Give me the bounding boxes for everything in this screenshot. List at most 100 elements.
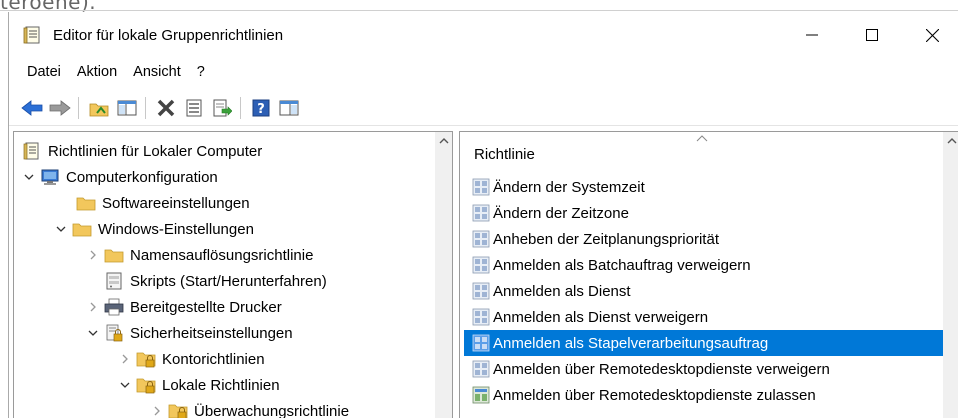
sort-ascending-icon	[696, 135, 708, 142]
back-button[interactable]	[19, 95, 45, 121]
folder-icon	[72, 220, 92, 238]
folder-icon	[76, 194, 96, 212]
scroll-up-button[interactable]	[435, 132, 452, 149]
policy-setting-icon	[472, 204, 490, 222]
chevron-right-icon[interactable]	[86, 248, 100, 262]
properties-button[interactable]	[181, 95, 207, 121]
list-item-label: Anmelden über Remotedesktopdienste verwe…	[493, 360, 830, 378]
toolbar-separator	[240, 96, 241, 119]
forward-icon	[49, 99, 71, 116]
list-item-label: Ändern der Systemzeit	[493, 178, 645, 196]
list-item[interactable]: Anmelden als Dienst verweigern	[464, 304, 946, 330]
chevron-down-icon[interactable]	[86, 326, 100, 340]
tree-item-root[interactable]: Richtlinien für Lokaler Computer	[22, 138, 262, 164]
menu-ansicht[interactable]: Ansicht	[125, 59, 189, 85]
minimize-button[interactable]	[782, 12, 842, 58]
delete-button[interactable]	[153, 95, 179, 121]
chevron-right-icon[interactable]	[150, 404, 164, 418]
gpedit-app-icon	[23, 26, 40, 44]
tree-item-softwareeinstellungen[interactable]: Softwareeinstellungen	[76, 190, 250, 216]
tree-pane[interactable]: Richtlinien für Lokaler Computer Compute…	[13, 131, 453, 418]
gpedit-window: Editor für lokale Gruppenrichtlinien Dat…	[8, 12, 958, 418]
chevron-down-icon[interactable]	[118, 378, 132, 392]
up-folder-button[interactable]	[86, 95, 112, 121]
list-scrollbar[interactable]	[943, 132, 958, 418]
policy-setting-icon	[472, 308, 490, 326]
chevron-down-icon[interactable]	[22, 170, 36, 184]
list-item[interactable]: Anmelden über Remotedesktopdienste zulas…	[464, 382, 946, 408]
maximize-button[interactable]	[842, 12, 902, 58]
policy-setting-icon	[472, 178, 490, 196]
tree-item-bereitgestellte-drucker[interactable]: Bereitgestellte Drucker	[86, 294, 282, 320]
maximize-icon	[866, 29, 878, 41]
close-icon	[925, 28, 939, 42]
menu-datei[interactable]: Datei	[19, 59, 69, 85]
tree-item-label: Sicherheitseinstellungen	[130, 324, 293, 342]
list-item[interactable]: Anmelden über Remotedesktopdienste verwe…	[464, 356, 946, 382]
close-button[interactable]	[902, 12, 958, 58]
menu-help[interactable]: ?	[189, 59, 213, 85]
scroll-up-button[interactable]	[943, 132, 958, 149]
script-icon	[104, 272, 124, 290]
list-item-label: Anheben der Zeitplanungspriorität	[493, 230, 719, 248]
background-divider	[0, 10, 958, 11]
computer-icon	[40, 168, 60, 186]
title-bar[interactable]: Editor für lokale Gruppenrichtlinien	[9, 12, 958, 58]
back-icon	[21, 99, 43, 116]
tree-item-label: Softwareeinstellungen	[102, 194, 250, 212]
export-list-button[interactable]	[209, 95, 235, 121]
list-item[interactable]: Anmelden als Dienst	[464, 278, 946, 304]
tree-item-kontorichtlinien[interactable]: Kontorichtlinien	[118, 346, 265, 372]
toolbar-separator	[145, 96, 146, 119]
column-header-richtlinie[interactable]: Richtlinie	[460, 132, 940, 168]
menu-bar: Datei Aktion Ansicht ?	[9, 58, 958, 86]
list-item-selected[interactable]: Anmelden als Stapelverarbeitungsauftrag	[464, 330, 946, 356]
forward-button[interactable]	[47, 95, 73, 121]
secure-folder-icon	[136, 350, 156, 368]
tree-item-sicherheitseinstellungen[interactable]: Sicherheitseinstellungen	[86, 320, 293, 346]
policy-setting-alt-icon	[472, 386, 490, 404]
security-settings-icon	[104, 324, 124, 342]
list-item-label: Anmelden über Remotedesktopdienste zulas…	[493, 386, 816, 404]
delete-icon	[157, 99, 175, 116]
chevron-up-icon	[439, 137, 448, 143]
policy-list-pane[interactable]: Richtlinie Ändern der Systemzeit Ändern …	[459, 131, 958, 418]
list-item[interactable]: Anmelden als Batchauftrag verweigern	[464, 252, 946, 278]
tree-item-label: Windows-Einstellungen	[98, 220, 254, 238]
chevron-right-icon[interactable]	[118, 352, 132, 366]
show-hide-tree-icon	[117, 100, 137, 115]
tree-scrollbar[interactable]	[435, 132, 452, 418]
policy-setting-icon	[472, 256, 490, 274]
window-title: Editor für lokale Gruppenrichtlinien	[53, 26, 284, 44]
policy-setting-icon	[472, 360, 490, 378]
tree-item-lokale-richtlinien[interactable]: Lokale Richtlinien	[118, 372, 280, 398]
help-button[interactable]: ?	[248, 95, 274, 121]
tree-item-label: Namensauflösungsrichtlinie	[130, 246, 314, 264]
secure-folder-icon	[136, 376, 156, 394]
chevron-right-icon[interactable]	[86, 300, 100, 314]
tree-item-namensaufloesungsrichtlinie[interactable]: Namensauflösungsrichtlinie	[86, 242, 313, 268]
list-item-label: Ändern der Zeitzone	[493, 204, 629, 222]
list-item[interactable]: Ändern der Zeitzone	[464, 200, 946, 226]
list-item[interactable]: Ändern der Systemzeit	[464, 174, 946, 200]
show-hide-tree-button[interactable]	[114, 95, 140, 121]
tree-item-ueberwachungsrichtlinie[interactable]: Überwachungsrichtlinie	[150, 398, 349, 418]
folder-icon	[104, 246, 124, 264]
tree-item-label: Richtlinien für Lokaler Computer	[48, 142, 263, 160]
list-item[interactable]: Anheben der Zeitplanungspriorität	[464, 226, 946, 252]
chevron-up-icon	[947, 137, 956, 143]
properties-icon	[186, 99, 202, 116]
tree-item-windows-einstellungen[interactable]: Windows-Einstellungen	[54, 216, 254, 242]
policy-document-icon	[22, 142, 42, 160]
tree-item-label: Skripts (Start/Herunterfahren)	[130, 272, 327, 290]
tree-item-label: Computerkonfiguration	[66, 168, 218, 186]
column-header-label: Richtlinie	[474, 146, 535, 163]
tree-item-label: Überwachungsrichtlinie	[194, 402, 350, 418]
tree-item-skripts[interactable]: Skripts (Start/Herunterfahren)	[104, 268, 327, 294]
list-item-label: Anmelden als Dienst	[493, 282, 631, 300]
show-hide-action-pane-button[interactable]	[276, 95, 302, 121]
toolbar-separator	[78, 96, 79, 119]
tree-item-computerkonfiguration[interactable]: Computerkonfiguration	[22, 164, 218, 190]
chevron-down-icon[interactable]	[54, 222, 68, 236]
menu-aktion[interactable]: Aktion	[69, 59, 125, 85]
